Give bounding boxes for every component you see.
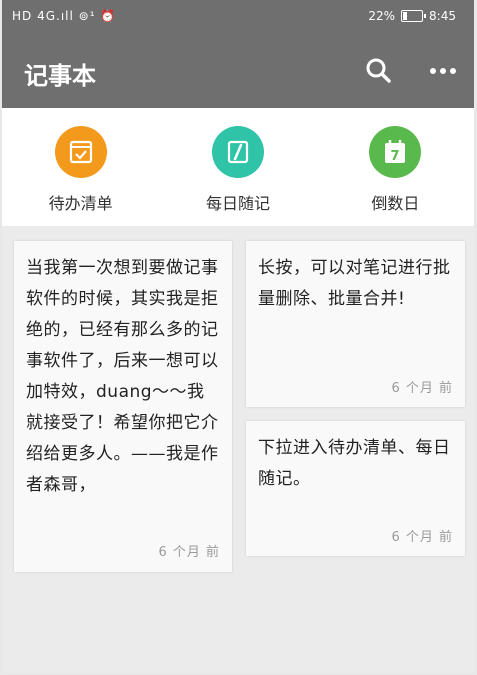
note-text: 当我第一次想到要做记事软件的时候，其实我是拒绝的，已经有那么多的记事软件了，后来…	[26, 258, 219, 495]
quick-label-todo-list: 待办清单	[48, 194, 113, 213]
status-right: 22% 8:45	[368, 9, 456, 23]
note-text: 长按，可以对笔记进行批量删除、批量合并!	[258, 258, 451, 309]
calendar-day-number: 7	[391, 149, 400, 164]
quick-label-countdown: 倒数日	[371, 194, 420, 213]
quick-item-countdown[interactable]: 7 倒数日	[317, 108, 474, 226]
note-timestamp: 6 个月 前	[391, 530, 453, 545]
note-text: 下拉进入待办清单、每日随记。	[258, 438, 451, 489]
quick-item-todo-list[interactable]: 待办清单	[2, 108, 159, 226]
app-bar: 记事本	[2, 34, 474, 108]
battery-icon	[401, 10, 427, 22]
status-left-icons: HD 4G.ıll ⊚¹ ⏰	[12, 9, 117, 23]
quick-item-daily-note[interactable]: 每日随记	[159, 108, 316, 226]
daily-note-icon	[211, 126, 264, 178]
note-card[interactable]: 下拉进入待办清单、每日随记。 6 个月 前	[246, 421, 465, 556]
more-icon	[430, 68, 456, 74]
app-title: 记事本	[24, 62, 96, 90]
quick-menu: 待办清单 每日随记 7 倒数日	[2, 108, 474, 226]
battery-percent: 22%	[368, 9, 396, 23]
note-card[interactable]: 长按，可以对笔记进行批量删除、批量合并! 6 个月 前	[246, 241, 465, 407]
note-timestamp: 6 个月 前	[391, 381, 453, 396]
todo-checklist-icon	[54, 126, 107, 178]
more-options-button[interactable]	[426, 56, 460, 86]
search-button[interactable]	[364, 56, 394, 86]
search-icon	[366, 58, 391, 83]
app-screen: HD 4G.ıll ⊚¹ ⏰ 22% 8:45 记事本 待办清单 每日随记 7 …	[2, 0, 474, 673]
clock: 8:45	[429, 9, 456, 23]
status-bar: HD 4G.ıll ⊚¹ ⏰ 22% 8:45	[2, 0, 474, 34]
note-card[interactable]: 当我第一次想到要做记事软件的时候，其实我是拒绝的，已经有那么多的记事软件了，后来…	[14, 241, 232, 572]
quick-label-daily-note: 每日随记	[205, 194, 270, 213]
calendar-countdown-icon: 7	[369, 126, 422, 178]
note-timestamp: 6 个月 前	[158, 545, 220, 560]
